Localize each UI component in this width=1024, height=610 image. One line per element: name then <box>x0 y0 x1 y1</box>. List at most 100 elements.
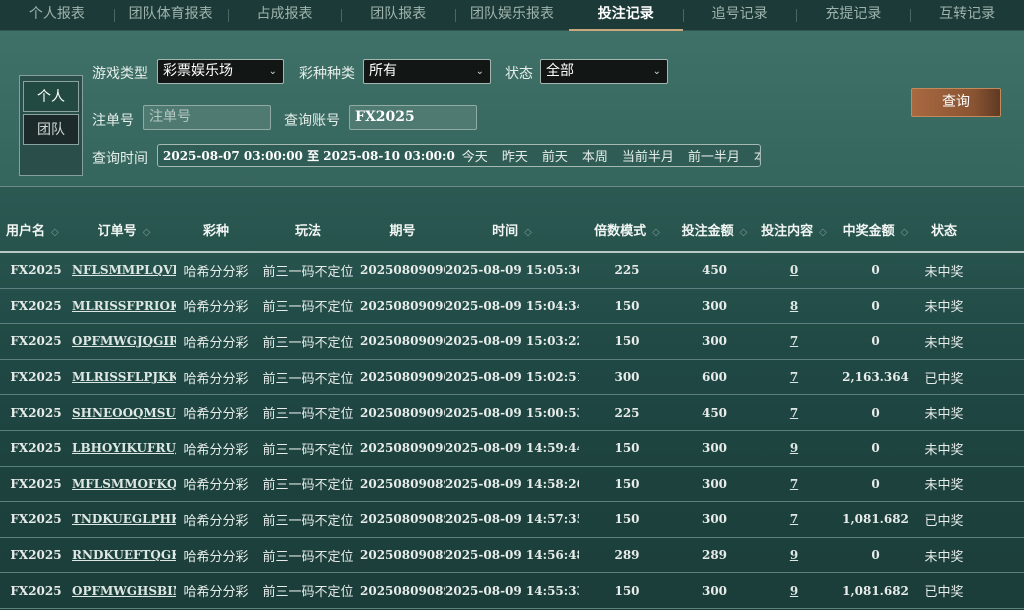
bet-content-link[interactable]: 7 <box>754 406 834 420</box>
table-cell: FX2025 <box>10 370 62 385</box>
column-header-label: 中奖金额 <box>842 223 895 239</box>
tab-2[interactable]: 占成报表 <box>227 0 342 31</box>
table-row: FX2025 OPFMWGJQGIRM 哈希分分彩前三一码不定位 2025080909… <box>0 324 1024 360</box>
bet-content-link[interactable]: 0 <box>754 263 834 277</box>
tab-8[interactable]: 互转记录 <box>910 0 1024 31</box>
bet-content-link[interactable]: 9 <box>754 548 834 562</box>
sort-icon[interactable]: ◇ <box>652 227 660 238</box>
query-button[interactable]: 查询 <box>911 88 1001 117</box>
time-range-input[interactable]: 2025-08-07 03:00:00 至 2025-08-10 03:00:0 <box>158 147 455 164</box>
column-header[interactable]: 投注内容 ◇ <box>754 220 834 239</box>
table-row: FX2025 LBHOYIKUFRUJ 哈希分分彩 前三一码不定位 2025080909… <box>0 431 1024 467</box>
order-id-link[interactable]: OPFMWGJQGIRM <box>72 334 176 348</box>
table-cell: FX2025 <box>10 476 62 491</box>
table-cell: 已中奖 <box>924 371 964 387</box>
table-cell: 哈希分分彩 <box>183 407 249 423</box>
table-cell: 哈希分分彩 <box>183 549 249 565</box>
quick-range-6[interactable]: 本月 <box>747 146 760 165</box>
table-cell: 0 <box>871 263 880 278</box>
column-header[interactable]: 时间 ◇ <box>445 220 579 239</box>
scope-personal-button[interactable]: 个人 <box>23 81 79 112</box>
game-type-select[interactable]: 彩票娱乐场 ⌄ <box>157 59 284 84</box>
quick-range-2[interactable]: 前天 <box>535 146 575 165</box>
bet-content-link[interactable]: 7 <box>754 334 834 348</box>
tab-3[interactable]: 团队报表 <box>341 0 455 31</box>
table-cell: 202508090896 <box>360 583 445 598</box>
lottery-select[interactable]: 所有 ⌄ <box>363 59 491 84</box>
table-cell: 0 <box>871 334 880 349</box>
table-cell: 202508090904 <box>360 334 445 349</box>
table-cell: 300 <box>701 298 728 313</box>
table-cell: 前三一码不定位 <box>262 300 354 316</box>
table-cell: 前三一码不定位 <box>262 335 354 351</box>
table-cell: 300 <box>701 441 728 456</box>
table-cell: 450 <box>701 405 728 420</box>
tab-4[interactable]: 团队娱乐报表 <box>455 0 569 31</box>
bet-content-link[interactable]: 7 <box>754 370 834 384</box>
table-cell: FX2025 <box>10 583 62 598</box>
bet-content-link[interactable]: 7 <box>754 512 834 526</box>
status-select[interactable]: 全部 ⌄ <box>540 59 668 84</box>
table-cell: 0 <box>871 405 880 420</box>
table-cell: 300 <box>701 583 728 598</box>
sort-icon[interactable]: ◇ <box>819 227 827 238</box>
table-cell: 150 <box>614 334 640 349</box>
tab-1[interactable]: 团队体育报表 <box>113 0 228 31</box>
column-header: 期号 <box>360 220 445 239</box>
order-id-link[interactable]: SHNEOOQMSULQ <box>72 406 176 420</box>
order-id-link[interactable]: TNDKUEGLPHKO <box>72 512 176 526</box>
table-cell: 150 <box>614 512 640 527</box>
column-header[interactable]: 中奖金额 ◇ <box>834 220 917 239</box>
table-cell: 300 <box>701 476 728 491</box>
quick-range-3[interactable]: 本周 <box>575 146 615 165</box>
tab-0[interactable]: 个人报表 <box>0 0 114 31</box>
table-cell: 已中奖 <box>924 513 964 529</box>
table-cell: FX2025 <box>10 405 62 420</box>
column-header[interactable]: 倍数模式 ◇ <box>579 220 675 239</box>
table-cell: 150 <box>614 583 640 598</box>
tab-6[interactable]: 追号记录 <box>682 0 797 31</box>
sort-icon[interactable]: ◇ <box>740 227 748 238</box>
tab-5[interactable]: 投注记录 <box>568 0 683 31</box>
table-cell: 150 <box>614 476 640 491</box>
table-cell: 未中奖 <box>924 442 964 458</box>
column-header[interactable]: 订单号 ◇ <box>72 220 176 239</box>
bet-content-link[interactable]: 7 <box>754 477 834 491</box>
table-cell: 300 <box>701 334 728 349</box>
order-id-link[interactable]: MLRISSFLPJKK <box>72 370 176 384</box>
bet-content-link[interactable]: 9 <box>754 441 834 455</box>
column-header[interactable]: 投注金额 ◇ <box>675 220 754 239</box>
column-header-label: 时间 <box>492 223 519 239</box>
table-cell: 202508090906 <box>360 263 445 278</box>
table-cell: 300 <box>614 370 640 385</box>
quick-range-1[interactable]: 昨天 <box>495 146 535 165</box>
bet-content-link[interactable]: 8 <box>754 299 834 313</box>
sort-icon[interactable]: ◇ <box>901 227 909 238</box>
order-input[interactable]: 注单号 <box>143 105 271 130</box>
sort-icon[interactable]: ◇ <box>524 227 532 238</box>
quick-range-5[interactable]: 前一半月 <box>681 146 747 165</box>
sort-icon[interactable]: ◇ <box>51 227 59 238</box>
order-id-link[interactable]: NFLSMMPLQVIL <box>72 263 176 277</box>
table-cell: 2025-08-09 15:02:51 <box>445 370 579 385</box>
order-id-link[interactable]: LBHOYIKUFRUJ <box>72 441 176 455</box>
sort-icon[interactable]: ◇ <box>143 227 151 238</box>
order-id-link[interactable]: MLRISSFPRIOK <box>72 299 176 313</box>
table-cell: 前三一码不定位 <box>262 442 354 458</box>
quick-range-0[interactable]: 今天 <box>455 146 495 165</box>
quick-range-4[interactable]: 当前半月 <box>615 146 681 165</box>
order-id-link[interactable]: RNDKUEFTQGKP <box>72 548 176 562</box>
table-cell: 未中奖 <box>924 300 964 316</box>
table-row: FX2025 RNDKUEFTQGKP 哈希分分彩前三一码不定位 2025080908… <box>0 538 1024 574</box>
scope-team-button[interactable]: 团队 <box>23 114 79 145</box>
tab-7[interactable]: 充提记录 <box>796 0 910 31</box>
order-id-link[interactable]: MFLSMMOFKQHN <box>72 477 176 491</box>
table-cell: 2025-08-09 14:58:26 <box>445 476 579 491</box>
table-cell: 2025-08-09 15:03:22 <box>445 334 579 349</box>
order-id-link[interactable]: OPFMWGHSBINM <box>72 584 176 598</box>
bet-content-link[interactable]: 9 <box>754 584 834 598</box>
column-header[interactable]: 用户名 ◇ <box>0 220 72 239</box>
table-cell: 202508090898 <box>360 512 445 527</box>
account-input[interactable]: FX2025 <box>349 105 477 130</box>
lottery-value: 所有 <box>369 63 397 79</box>
